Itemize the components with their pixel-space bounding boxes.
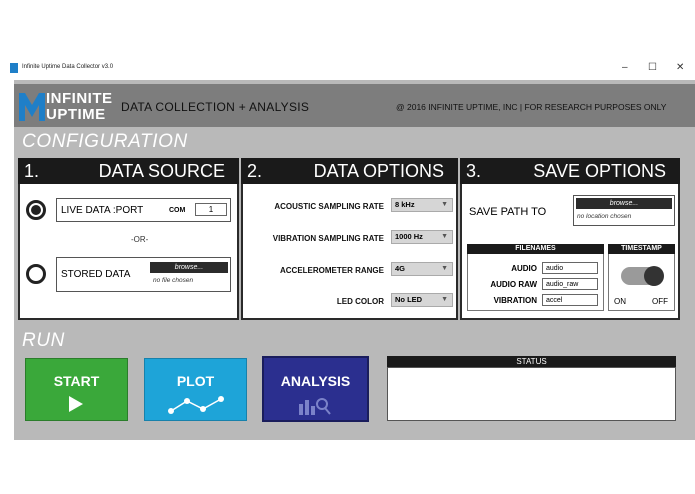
timestamp-toggle[interactable] [621, 266, 664, 286]
save-browse-button[interactable]: browse... [576, 198, 672, 209]
data-source-number: 1. [24, 161, 40, 181]
close-button[interactable]: ✕ [676, 62, 684, 73]
led-color-label: LED COLOR [336, 297, 384, 306]
plot-button-label: PLOT [176, 373, 215, 389]
start-button[interactable]: START [25, 358, 128, 421]
analysis-button-label: ANALYSIS [280, 373, 351, 389]
toggle-knob [644, 266, 664, 286]
toggle-on-label: ON [614, 297, 626, 306]
data-source-header: 1. DATA SOURCE [18, 158, 239, 184]
com-label: COM [169, 207, 186, 214]
line-chart-icon [168, 396, 224, 414]
chevron-down-icon: ▼ [441, 201, 448, 208]
or-label: -OR- [131, 235, 149, 244]
audio-filename-label: AUDIO [511, 264, 537, 273]
acoustic-rate-dropdown[interactable]: 8 kHz ▼ [391, 198, 453, 212]
file-status-text: no file chosen [153, 277, 194, 284]
save-options-header: 3. SAVE OPTIONS [460, 158, 680, 184]
data-source-title: DATA SOURCE [98, 161, 225, 181]
copyright-text: @ 2016 INFINITE UPTIME, INC | FOR RESEAR… [396, 102, 667, 112]
data-options-number: 2. [247, 161, 263, 181]
data-options-header: 2. DATA OPTIONS [241, 158, 458, 184]
save-options-title: SAVE OPTIONS [533, 161, 666, 181]
toggle-off-label: OFF [652, 297, 668, 306]
logo-text-line2: UPTIME [46, 106, 106, 123]
logo-text-line1: INFINITE [46, 90, 113, 107]
audio-filename-input[interactable]: audio [542, 262, 598, 274]
chevron-down-icon: ▼ [441, 233, 448, 240]
analysis-button[interactable]: ANALYSIS [262, 356, 369, 422]
chevron-down-icon: ▼ [441, 265, 448, 272]
save-options-number: 3. [466, 161, 482, 181]
audio-raw-filename-label: AUDIO RAW [490, 280, 537, 289]
start-button-label: START [53, 373, 100, 389]
accelerometer-range-label: ACCELEROMETER RANGE [279, 266, 384, 275]
led-color-value: No LED [395, 295, 423, 304]
status-box [387, 367, 676, 421]
chevron-down-icon: ▼ [441, 296, 448, 303]
vibration-rate-dropdown[interactable]: 1000 Hz ▼ [391, 230, 453, 244]
stored-data-radio[interactable] [26, 264, 46, 284]
acoustic-rate-label: ACOUSTIC SAMPLING RATE [274, 202, 384, 211]
app-icon [10, 63, 18, 73]
accelerometer-range-dropdown[interactable]: 4G ▼ [391, 262, 453, 276]
data-options-title: DATA OPTIONS [313, 161, 444, 181]
stored-browse-button[interactable]: browse... [150, 262, 228, 273]
com-port-input[interactable]: 1 [195, 203, 227, 216]
run-title: RUN [22, 330, 65, 351]
save-path-label: SAVE PATH TO [469, 206, 547, 218]
plot-button[interactable]: PLOT [144, 358, 247, 421]
live-data-label: LIVE DATA :PORT [61, 205, 144, 216]
analysis-chart-icon [299, 398, 331, 415]
filenames-title: FILENAMES [467, 244, 604, 254]
vibration-filename-input[interactable]: accel [542, 294, 598, 306]
vibration-rate-label: VIBRATION SAMPLING RATE [272, 234, 384, 243]
acoustic-rate-value: 8 kHz [395, 200, 415, 209]
logo-mark-icon [19, 93, 45, 121]
live-data-radio[interactable] [26, 200, 46, 220]
audio-raw-filename-input[interactable]: audio_raw [542, 278, 598, 290]
led-color-dropdown[interactable]: No LED ▼ [391, 293, 453, 307]
stored-data-label: STORED DATA [61, 269, 131, 280]
vibration-rate-value: 1000 Hz [395, 232, 423, 241]
header-title: DATA COLLECTION + ANALYSIS [121, 100, 310, 114]
minimize-button[interactable]: – [622, 62, 628, 73]
accelerometer-range-value: 4G [395, 264, 406, 273]
location-status-text: no location chosen [577, 213, 632, 220]
radio-selected-dot [31, 205, 41, 215]
maximize-button[interactable]: ☐ [648, 62, 657, 73]
play-icon [69, 396, 83, 412]
vibration-filename-label: VIBRATION [493, 296, 537, 305]
window-title: Infinite Uptime Data Collector v3.0 [22, 64, 114, 70]
status-title: STATUS [387, 356, 676, 367]
timestamp-title: TIMESTAMP [608, 244, 675, 254]
configuration-title: CONFIGURATION [22, 131, 188, 152]
